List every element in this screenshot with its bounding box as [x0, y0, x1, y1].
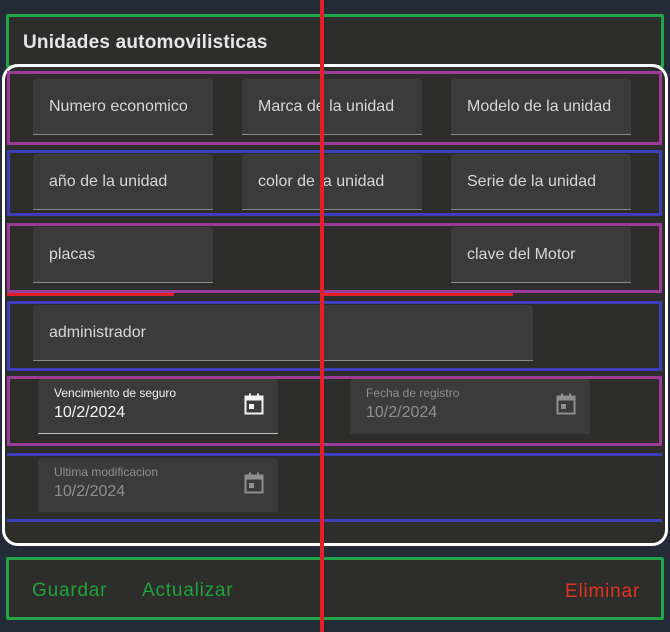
- administrador-input[interactable]: administrador: [33, 305, 533, 361]
- ultima-modificacion-value: 10/2/2024: [54, 483, 126, 500]
- serie-input[interactable]: Serie de la unidad: [451, 154, 631, 210]
- fecha-registro-value: 10/2/2024: [366, 404, 438, 421]
- vencimiento-seguro-value: 10/2/2024: [54, 404, 126, 421]
- calendar-icon[interactable]: [244, 393, 264, 415]
- horizontal-guide-line-right: [320, 293, 513, 296]
- anio-input[interactable]: año de la unidad: [33, 154, 213, 210]
- vencimiento-seguro-label: Vencimiento de seguro: [54, 386, 177, 400]
- actualizar-button[interactable]: Actualizar: [142, 580, 233, 602]
- calendar-icon: [556, 393, 576, 415]
- numero-economico-input[interactable]: Numero economico: [33, 79, 213, 135]
- guardar-button[interactable]: Guardar: [32, 580, 107, 602]
- placas-input[interactable]: placas: [33, 227, 213, 283]
- fecha-registro-label: Fecha de registro: [366, 386, 460, 400]
- color-input[interactable]: color de la unidad: [242, 154, 422, 210]
- modelo-input[interactable]: Modelo de la unidad: [451, 79, 631, 135]
- horizontal-guide-line-left: [7, 293, 174, 296]
- vertical-guide-line: [320, 0, 324, 632]
- ultima-modificacion-datepicker: Ultima modificacion 10/2/2024: [38, 458, 278, 512]
- ultima-modificacion-label: Ultima modificacion: [54, 465, 159, 479]
- fecha-registro-datepicker: Fecha de registro 10/2/2024: [350, 379, 590, 434]
- clave-motor-input[interactable]: clave del Motor: [451, 227, 631, 283]
- calendar-icon: [244, 472, 264, 494]
- eliminar-button[interactable]: Eliminar: [565, 581, 640, 603]
- vencimiento-seguro-datepicker[interactable]: Vencimiento de seguro 10/2/2024: [38, 379, 278, 434]
- page-title: Unidades automovilisticas: [23, 32, 268, 53]
- marca-input[interactable]: Marca de la unidad: [242, 79, 422, 135]
